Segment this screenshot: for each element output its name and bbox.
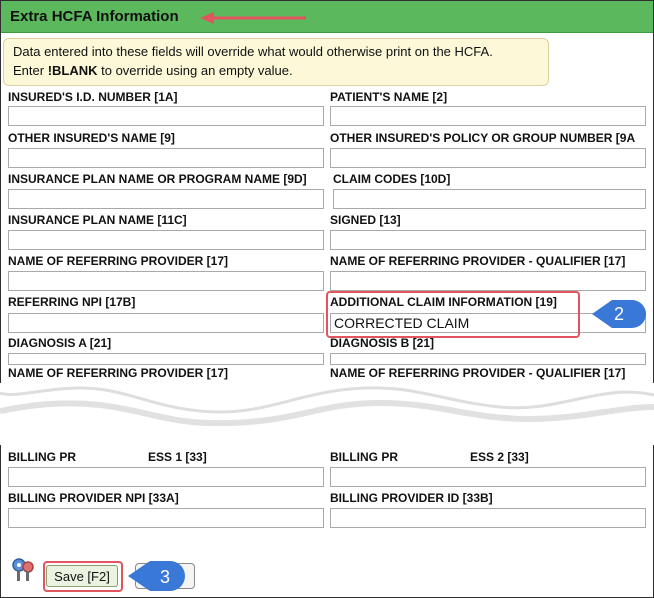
callout-2-number: 2 [614,304,624,324]
info-text: to override using an empty value. [97,63,293,78]
diagnosis-a-label: DIAGNOSIS A [21] [8,336,112,350]
insured-id-label: INSURED'S I.D. NUMBER [1A] [8,90,178,104]
billing-address-2-label-left: BILLING PR [330,450,398,464]
billing-npi-label: BILLING PROVIDER NPI [33A] [8,491,179,505]
other-insured-policy-label: OTHER INSURED'S POLICY OR GROUP NUMBER [… [330,131,636,145]
billing-npi-input[interactable] [8,508,324,528]
keys-icon [12,558,34,581]
blank-code: !BLANK [47,63,98,78]
billing-id-label: BILLING PROVIDER ID [33B] [330,491,493,505]
patient-name-input[interactable] [330,106,646,126]
referring-npi-label: REFERRING NPI [17B] [8,295,136,309]
signed-input[interactable] [330,230,646,250]
callout-bubble-3: 3 [128,561,185,591]
claim-codes-label: CLAIM CODES [10D] [333,172,451,186]
insurance-plan-9d-label: INSURANCE PLAN NAME OR PROGRAM NAME [9D] [8,172,307,186]
referring-provider-qualifier-input[interactable] [330,271,646,291]
diagnosis-a-input[interactable] [8,353,324,365]
other-insured-name-input[interactable] [8,148,324,168]
insured-id-input[interactable] [8,106,324,126]
referring-provider-label: NAME OF REFERRING PROVIDER [17] [8,254,229,268]
highlight-box [326,291,580,338]
billing-address-2-input[interactable] [330,467,646,487]
referring-npi-input[interactable] [8,313,324,333]
section-header: Extra HCFA Information [1,1,653,33]
other-insured-policy-input[interactable] [330,148,646,168]
annotation-arrow-icon [200,12,306,24]
signed-label: SIGNED [13] [330,213,401,227]
billing-address-1-input[interactable] [8,467,324,487]
info-box: Data entered into these fields will over… [3,38,549,86]
info-text: Enter [13,63,48,78]
billing-address-2-label-right: ESS 2 [33] [470,450,529,464]
info-line-1: Data entered into these fields will over… [13,44,493,59]
section-title: Extra HCFA Information [10,8,179,25]
referring-provider-2-label: NAME OF REFERRING PROVIDER [17] [8,366,229,380]
insurance-plan-11c-label: INSURANCE PLAN NAME [11C] [8,213,187,227]
other-insured-name-label: OTHER INSURED'S NAME [9] [8,131,175,145]
save-highlight-box [43,561,123,592]
info-line-2: Enter !BLANK to override using an empty … [13,63,293,78]
callout-3-number: 3 [160,567,170,587]
referring-provider-qualifier-2-label: NAME OF REFERRING PROVIDER - QUALIFIER [… [330,366,626,380]
billing-address-1-label-right: ESS 1 [33] [148,450,207,464]
billing-id-input[interactable] [330,508,646,528]
billing-address-1-label-left: BILLING PR [8,450,76,464]
diagnosis-b-label: DIAGNOSIS B [21] [330,336,435,350]
referring-provider-qualifier-label: NAME OF REFERRING PROVIDER - QUALIFIER [… [330,254,626,268]
torn-edge-divider [0,383,654,445]
diagnosis-b-input[interactable] [330,353,646,365]
callout-bubble-2: 2 [592,300,646,328]
insurance-plan-11c-input[interactable] [8,230,324,250]
claim-codes-input[interactable] [333,189,646,209]
referring-provider-input[interactable] [8,271,324,291]
insurance-plan-9d-input[interactable] [8,189,324,209]
patient-name-label: PATIENT'S NAME [2] [330,90,448,104]
